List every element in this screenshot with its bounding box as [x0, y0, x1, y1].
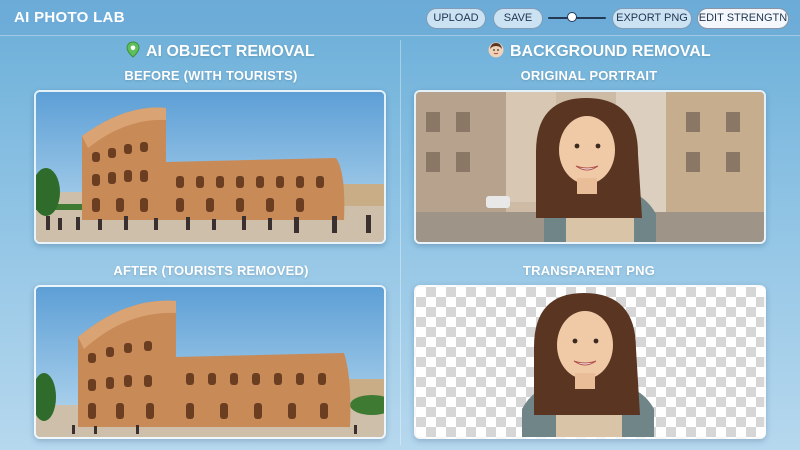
background-removal-title-text: BACKGROUND REMOVAL	[510, 43, 711, 60]
app-title: AI PHOTO LAB	[14, 9, 125, 26]
export-png-button[interactable]: EXPORT PNG	[612, 8, 692, 29]
after-image	[34, 285, 386, 439]
column-divider	[400, 40, 401, 445]
before-image	[34, 90, 386, 244]
upload-button[interactable]: UPLOAD	[426, 8, 486, 29]
person-avatar-icon	[488, 42, 504, 63]
save-button[interactable]: SAVE	[493, 8, 543, 29]
slider-knob[interactable]	[567, 12, 578, 22]
original-caption: ORIGINAL PORTRAIT	[520, 68, 658, 83]
transparent-caption: TRANSPARENT PNG	[522, 263, 656, 278]
transparent-png-image	[414, 285, 766, 439]
after-caption: AFTER (TOURISTS REMOVED)	[113, 263, 309, 278]
object-removal-title: AI OBJECT REMOVAL	[126, 41, 315, 63]
edit-strength-button[interactable]: EDIT STRENGTN	[697, 8, 789, 29]
original-portrait-image	[414, 90, 766, 244]
slider-track	[548, 17, 606, 19]
top-bar: AI PHOTO LAB UPLOAD SAVE EXPORT PNG EDIT…	[0, 0, 800, 36]
before-caption: BEFORE (WITH TOURISTS)	[124, 68, 298, 83]
strength-slider[interactable]	[548, 12, 606, 24]
map-pin-icon	[126, 41, 140, 63]
background-removal-title: BACKGROUND REMOVAL	[488, 42, 711, 62]
object-removal-title-text: AI OBJECT REMOVAL	[146, 43, 315, 60]
